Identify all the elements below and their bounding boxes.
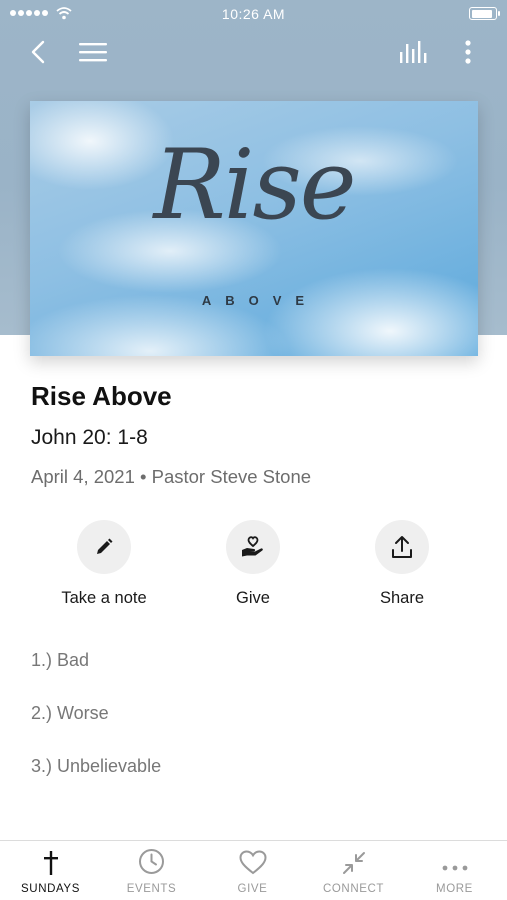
- menu-button[interactable]: [74, 36, 112, 68]
- audio-button[interactable]: [394, 36, 434, 68]
- sermon-date-speaker: April 4, 2021 • Pastor Steve Stone: [31, 466, 312, 487]
- share-label: Share: [379, 589, 425, 607]
- tab-more[interactable]: MORE: [404, 841, 505, 900]
- connect-arrows-icon: [342, 852, 365, 874]
- sermon-points-list: 1.) Bad 2.) Worse 3.) Unbelievable: [31, 650, 161, 809]
- pencil-icon: [97, 538, 113, 554]
- back-button[interactable]: [22, 36, 54, 68]
- tab-label: MORE: [436, 883, 473, 895]
- heart-hand-icon: [242, 536, 263, 557]
- audio-bars-icon: [400, 41, 427, 63]
- take-note-circle[interactable]: [77, 520, 131, 574]
- horizontal-dots-icon: [442, 865, 467, 871]
- clock-icon: [139, 849, 164, 874]
- sermon-point: 2.) Worse: [31, 703, 109, 723]
- sermon-title: Rise Above: [31, 381, 172, 411]
- vertical-dots-icon: [465, 40, 471, 64]
- tab-give[interactable]: GIVE: [202, 841, 303, 900]
- battery-icon: [469, 7, 500, 20]
- cross-icon: [43, 851, 58, 875]
- bottom-tab-bar: SUNDAYS EVENTS GIVE CONNECT MORE: [0, 840, 507, 900]
- artwork-subtitle: ABOVE: [201, 293, 319, 308]
- heart-icon: [238, 850, 267, 875]
- give-circle[interactable]: [226, 520, 280, 574]
- tab-label: CONNECT: [322, 883, 385, 895]
- scripture-reference: John 20: 1-8: [31, 426, 148, 449]
- more-options-button[interactable]: [452, 36, 484, 68]
- tab-label: SUNDAYS: [21, 883, 80, 895]
- share-circle[interactable]: [375, 520, 429, 574]
- give-label: Give: [236, 589, 270, 607]
- tab-sundays[interactable]: SUNDAYS: [0, 841, 101, 900]
- tab-connect[interactable]: CONNECT: [303, 841, 404, 900]
- take-note-button[interactable]: Take a note: [29, 520, 179, 608]
- status-time: 10:26 AM: [221, 6, 286, 22]
- give-button[interactable]: Give: [178, 520, 328, 608]
- tab-events[interactable]: EVENTS: [101, 841, 202, 900]
- share-button[interactable]: Share: [327, 520, 477, 608]
- battery-level: [471, 9, 493, 18]
- sermon-point: 1.) Bad: [31, 650, 90, 670]
- sermon-point: 3.) Unbelievable: [31, 756, 162, 776]
- artwork-script-title: Rise: [153, 129, 356, 241]
- chevron-left-icon: [31, 40, 45, 64]
- share-icon: [392, 536, 412, 558]
- sermon-artwork: Rise ABOVE: [30, 101, 478, 356]
- hamburger-menu-icon: [79, 43, 107, 62]
- tab-label: EVENTS: [126, 883, 177, 895]
- tab-label: GIVE: [237, 883, 268, 895]
- status-bar: 10:26 AM: [0, 0, 507, 28]
- take-note-label: Take a note: [61, 589, 147, 607]
